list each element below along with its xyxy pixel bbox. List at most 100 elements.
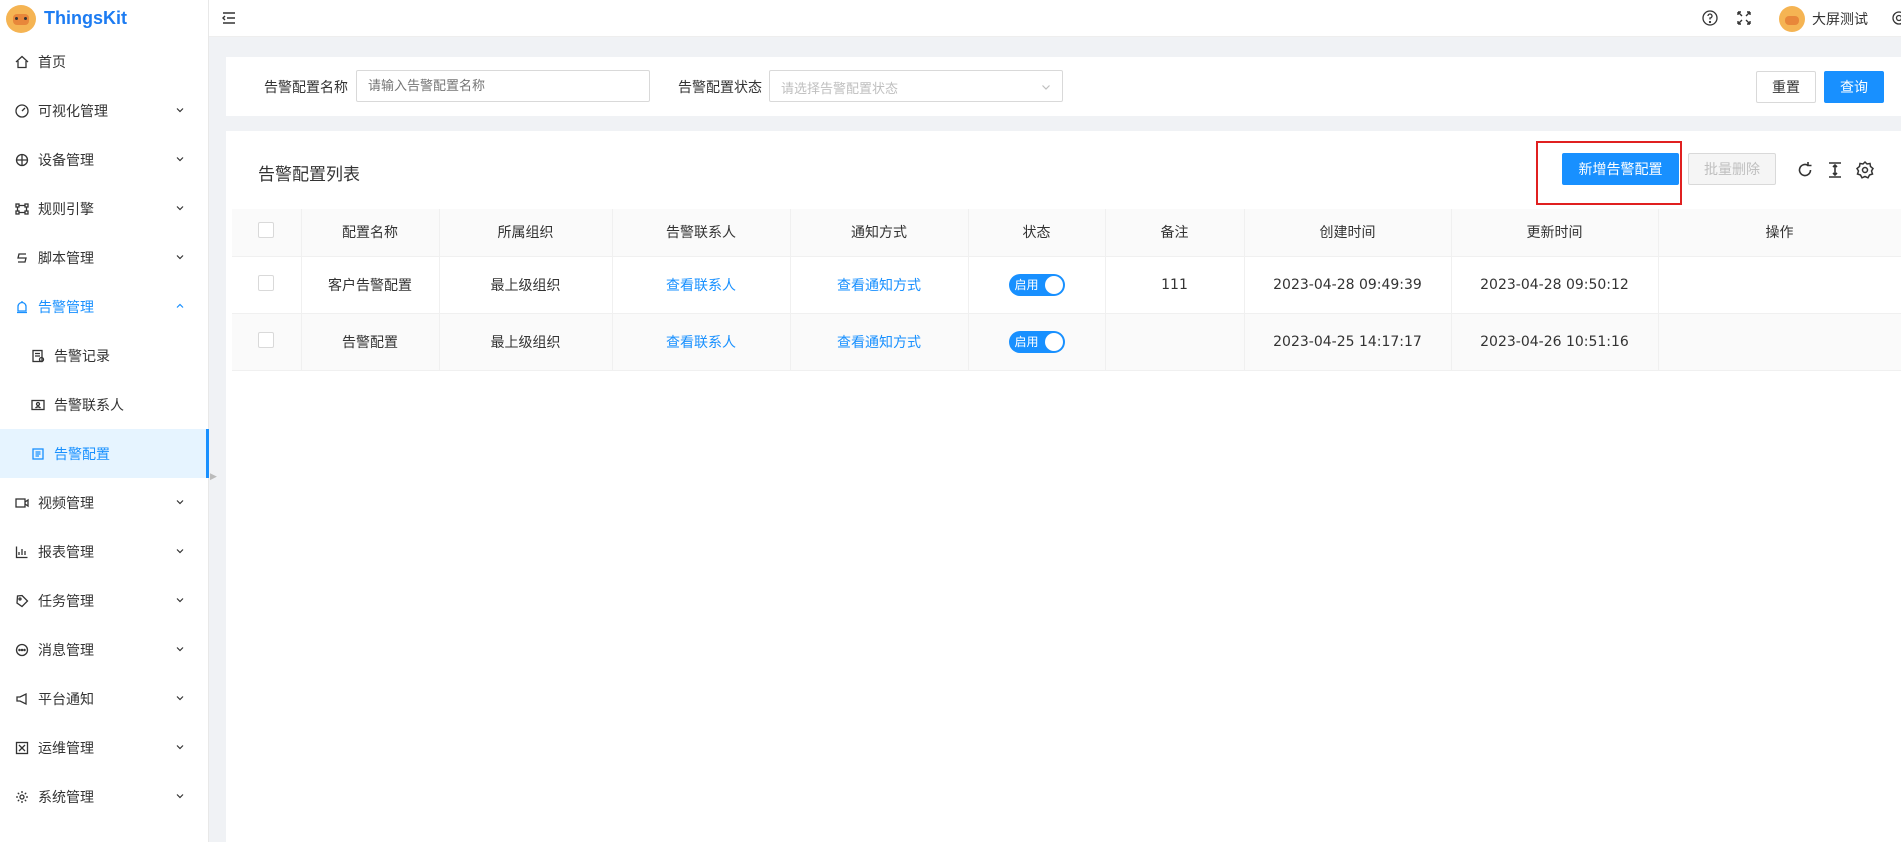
alarm-record-icon (30, 348, 46, 364)
column-header: 通知方式 (790, 209, 969, 257)
status-toggle[interactable]: 启用 (1008, 273, 1065, 296)
column-header: 更新时间 (1451, 209, 1659, 257)
sidebar-item-rule-engine[interactable]: 规则引擎 (0, 184, 208, 233)
report-icon (14, 544, 30, 560)
header-select-all[interactable] (232, 209, 302, 257)
sidebar-collapse-handle[interactable]: ▶ (210, 472, 218, 486)
sidebar-item-report[interactable]: 报表管理 (0, 527, 208, 576)
chevron-down-icon (176, 696, 184, 701)
sidebar-item-alarm[interactable]: 告警管理 (0, 282, 208, 331)
table-settings-icon[interactable] (1855, 160, 1875, 180)
sidebar-item-label: 运维管理 (38, 740, 94, 757)
fullscreen-icon[interactable] (1735, 9, 1753, 27)
status-filter-label: 告警配置状态 (678, 80, 762, 96)
chevron-down-icon (176, 549, 184, 554)
column-header: 告警联系人 (612, 209, 791, 257)
sidebar-item-video[interactable]: 视频管理 (0, 478, 208, 527)
status-select-placeholder: 请选择告警配置状态 (781, 82, 899, 97)
sidebar-item-alarm-config[interactable]: 告警配置 (0, 429, 209, 478)
notification-icon (14, 691, 30, 707)
column-height-icon[interactable] (1825, 160, 1845, 180)
help-icon[interactable] (1701, 9, 1719, 27)
avatar[interactable] (1779, 6, 1805, 32)
view-contacts-link[interactable]: 查看联系人 (666, 278, 736, 294)
sidebar-item-home[interactable]: 首页 (0, 37, 208, 86)
contact-cell: 查看联系人 (612, 256, 791, 314)
sidebar-item-message[interactable]: 消息管理 (0, 625, 208, 674)
sidebar-item-ops[interactable]: 运维管理 (0, 723, 208, 772)
sidebar-item-label: 脚本管理 (38, 250, 94, 267)
sidebar-item-label: 规则引擎 (38, 201, 94, 218)
sidebar-item-system[interactable]: 系统管理 (0, 772, 208, 821)
logo[interactable]: ThingsKit (0, 0, 208, 37)
config-name-cell: 客户告警配置 (301, 256, 440, 314)
notify-cell: 查看通知方式 (790, 256, 969, 314)
chevron-down-icon (176, 157, 184, 162)
sidebar-item-platform-notice[interactable]: 平台通知 (0, 674, 208, 723)
notify-cell: 查看通知方式 (790, 313, 969, 371)
sidebar-item-visualization[interactable]: 可视化管理 (0, 86, 208, 135)
name-filter-input[interactable] (356, 70, 650, 102)
chevron-up-icon (176, 303, 184, 308)
column-header: 状态 (968, 209, 1106, 257)
chevron-down-icon (176, 255, 184, 260)
chevron-down-icon (176, 647, 184, 652)
created-time-cell: 2023-04-28 09:49:39 (1244, 256, 1452, 314)
row-select-cell (232, 313, 302, 371)
reset-button[interactable]: 重置 (1756, 71, 1816, 103)
top-header: 大屏测试 (209, 0, 1901, 37)
select-all-checkbox[interactable] (258, 222, 275, 239)
sidebar-item-label: 告警记录 (54, 348, 110, 365)
status-toggle[interactable]: 启用 (1008, 330, 1065, 353)
alarm-config-table-panel: 告警配置列表 新增告警配置 批量删除 配置名称 所属组织 告警联系人 通知方式 … (226, 131, 1901, 842)
sidebar-item-label: 可视化管理 (38, 103, 108, 120)
refresh-icon[interactable] (1795, 160, 1815, 180)
sidebar-item-label: 首页 (38, 54, 66, 71)
ops-icon (14, 740, 30, 756)
status-cell: 启用 (968, 256, 1106, 314)
sidebar-item-label: 平台通知 (38, 691, 94, 708)
home-icon (14, 54, 30, 70)
message-icon (14, 642, 30, 658)
column-header: 所属组织 (439, 209, 613, 257)
chevron-down-icon (176, 794, 184, 799)
query-button[interactable]: 查询 (1824, 71, 1884, 103)
org-cell: 最上级组织 (439, 313, 613, 371)
sidebar-item-label: 告警管理 (38, 299, 94, 316)
chevron-down-icon (176, 206, 184, 211)
sidebar-item-label: 系统管理 (38, 789, 94, 806)
logo-icon (6, 4, 36, 33)
chevron-down-icon (176, 598, 184, 603)
row-checkbox[interactable] (258, 274, 275, 291)
column-header: 操作 (1658, 209, 1901, 257)
row-checkbox[interactable] (258, 331, 275, 348)
video-icon (14, 495, 30, 511)
chevron-down-icon (176, 108, 184, 113)
settings-icon[interactable] (1890, 9, 1901, 27)
dashboard-icon (14, 103, 30, 119)
view-contacts-link[interactable]: 查看联系人 (666, 335, 736, 351)
table-row: 客户告警配置 最上级组织 查看联系人 查看通知方式 启用 111 2023-04… (232, 256, 1901, 314)
contact-cell: 查看联系人 (612, 313, 791, 371)
column-header: 备注 (1105, 209, 1245, 257)
chevron-down-icon (176, 745, 184, 750)
sidebar-item-alarm-contact[interactable]: 告警联系人 (0, 380, 208, 429)
view-notify-link[interactable]: 查看通知方式 (837, 335, 921, 351)
sidebar-item-device[interactable]: 设备管理 (0, 135, 208, 184)
batch-delete-button[interactable]: 批量删除 (1688, 153, 1776, 185)
sidebar-item-alarm-record[interactable]: 告警记录 (0, 331, 208, 380)
sidebar-item-label: 设备管理 (38, 152, 94, 169)
menu-fold-icon[interactable] (220, 9, 238, 27)
status-filter-select[interactable]: 请选择告警配置状态 (769, 70, 1063, 102)
rule-engine-icon (14, 201, 30, 217)
sidebar-item-label: 消息管理 (38, 642, 94, 659)
sidebar-item-label: 告警联系人 (54, 397, 124, 414)
sidebar-item-script[interactable]: 脚本管理 (0, 233, 208, 282)
view-notify-link[interactable]: 查看通知方式 (837, 278, 921, 294)
sidebar-item-task[interactable]: 任务管理 (0, 576, 208, 625)
app-name: ThingsKit (44, 8, 127, 28)
table-header-row: 配置名称 所属组织 告警联系人 通知方式 状态 备注 创建时间 更新时间 操作 (232, 209, 1901, 257)
chevron-down-icon (176, 500, 184, 505)
remark-cell: 111 (1105, 256, 1245, 314)
username[interactable]: 大屏测试 (1812, 9, 1868, 29)
